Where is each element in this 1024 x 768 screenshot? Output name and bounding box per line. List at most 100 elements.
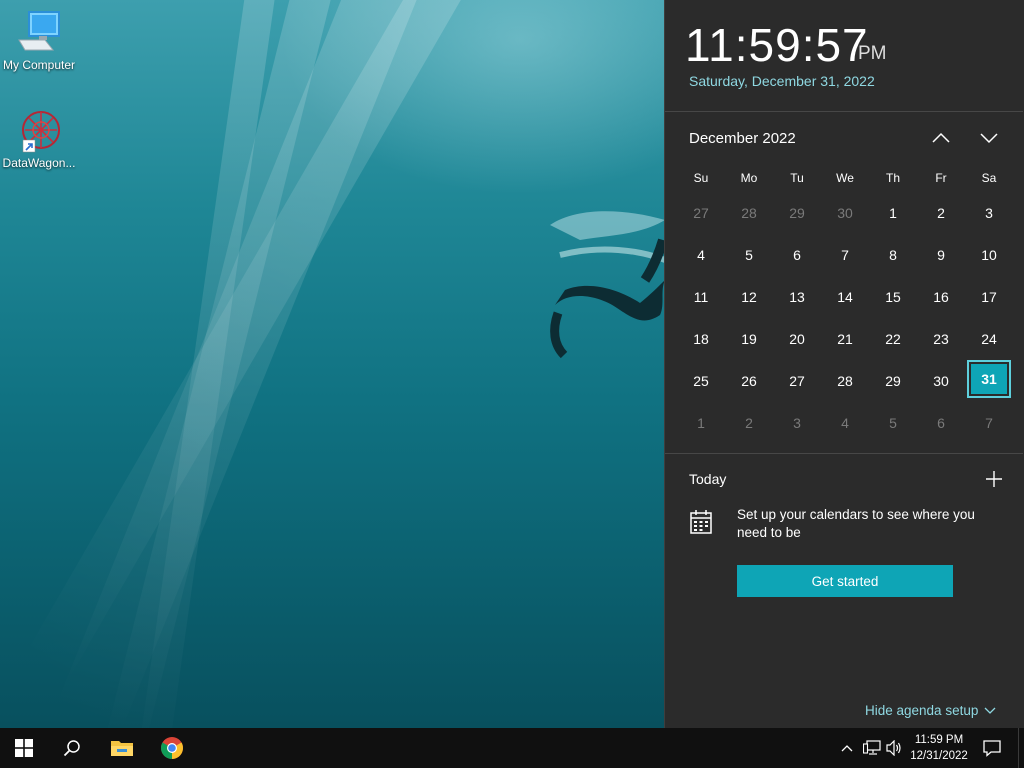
calendar-day[interactable]: 18 <box>677 318 725 360</box>
taskbar: 11:59 PM 12/31/2022 <box>0 728 1024 768</box>
calendar-day[interactable]: 30 <box>917 360 965 402</box>
search-icon <box>63 740 80 757</box>
file-explorer-button[interactable] <box>98 728 146 768</box>
chrome-button[interactable] <box>148 728 196 768</box>
windows-logo-icon <box>15 739 33 757</box>
calendar-day[interactable]: 1 <box>677 402 725 444</box>
calendar-day[interactable]: 11 <box>677 276 725 318</box>
network-icon <box>863 740 881 755</box>
calendar-day[interactable]: 4 <box>821 402 869 444</box>
calendar-day[interactable]: 26 <box>725 360 773 402</box>
calendar-day[interactable]: 12 <box>725 276 773 318</box>
clock-date-link[interactable]: Saturday, December 31, 2022 <box>689 73 875 89</box>
hide-agenda-setup-link[interactable]: Hide agenda setup <box>865 703 996 718</box>
speaker-icon <box>886 740 901 756</box>
next-month-button[interactable] <box>975 124 1003 152</box>
desktop-icon-label: DataWagon... <box>2 156 76 170</box>
clock-time: 11:59:57 <box>685 19 869 71</box>
calendar-week: 11 12 13 14 15 16 17 <box>677 276 1013 318</box>
network-button[interactable] <box>860 728 884 768</box>
calendar-day[interactable]: 22 <box>869 318 917 360</box>
calendar-day[interactable]: 23 <box>917 318 965 360</box>
weekday-label: Sa <box>981 171 997 185</box>
add-event-button[interactable] <box>983 468 1005 490</box>
desktop-icon-label: My Computer <box>2 58 76 72</box>
calendar-day[interactable]: 29 <box>869 360 917 402</box>
chrome-icon <box>161 737 183 759</box>
calendar-day[interactable]: 27 <box>773 360 821 402</box>
calendar-day[interactable]: 7 <box>821 234 869 276</box>
calendar-day[interactable]: 5 <box>869 402 917 444</box>
action-center-button[interactable] <box>974 728 1010 768</box>
search-button[interactable] <box>48 728 96 768</box>
calendar-week: 25 26 27 28 29 30 31 <box>677 360 1013 402</box>
calendar-day[interactable]: 10 <box>965 234 1013 276</box>
calendar-day[interactable]: 7 <box>965 402 1013 444</box>
calendar-day[interactable]: 24 <box>965 318 1013 360</box>
calendar-day[interactable]: 28 <box>821 360 869 402</box>
calendar-day[interactable]: 5 <box>725 234 773 276</box>
get-started-button[interactable]: Get started <box>737 565 953 597</box>
computer-icon <box>18 11 60 51</box>
calendar-day[interactable]: 6 <box>917 402 965 444</box>
calendar-day[interactable]: 17 <box>965 276 1013 318</box>
month-label[interactable]: December 2022 <box>689 130 796 147</box>
calendar-day[interactable]: 8 <box>869 234 917 276</box>
calendar-day[interactable]: 1 <box>869 192 917 234</box>
calendar-day[interactable]: 25 <box>677 360 725 402</box>
calendar-week: 18 19 20 21 22 23 24 <box>677 318 1013 360</box>
calendar-day[interactable]: 20 <box>773 318 821 360</box>
calendar-day[interactable]: 3 <box>965 192 1013 234</box>
calendar-day[interactable]: 2 <box>917 192 965 234</box>
today-number: 31 <box>971 364 1007 394</box>
agenda-setup-text: Set up your calendars to see where you n… <box>737 507 975 540</box>
calendar-day-today[interactable]: 31 <box>965 360 1013 402</box>
calendar-day[interactable]: 16 <box>917 276 965 318</box>
hide-agenda-label: Hide agenda setup <box>865 703 979 718</box>
calendar-week: 4 5 6 7 8 9 10 <box>677 234 1013 276</box>
weekday-label: Th <box>885 171 900 185</box>
weekday-header: Su Mo Tu We Th Fr Sa <box>677 164 1013 192</box>
calendar-day[interactable]: 29 <box>773 192 821 234</box>
weekday-label: Mo <box>740 171 758 185</box>
calendar-day[interactable]: 2 <box>725 402 773 444</box>
notification-icon <box>983 740 1001 757</box>
show-desktop-button[interactable] <box>1018 728 1024 768</box>
chevron-up-icon <box>841 745 853 752</box>
swimmer-image <box>550 211 668 359</box>
desktop-icon-datawagon[interactable]: DataWagon... <box>0 108 78 170</box>
divider <box>665 453 1023 454</box>
calendar-day[interactable]: 19 <box>725 318 773 360</box>
tray-clock[interactable]: 11:59 PM 12/31/2022 <box>906 732 972 764</box>
divider <box>665 111 1023 112</box>
calendar-day[interactable]: 21 <box>821 318 869 360</box>
desktop-icon-my-computer[interactable]: My Computer <box>0 10 78 72</box>
calendar-day[interactable]: 3 <box>773 402 821 444</box>
weekday-label: Tu <box>790 171 804 185</box>
chevron-down-icon <box>980 133 998 144</box>
agenda-today-label: Today <box>689 471 727 487</box>
previous-month-button[interactable] <box>927 124 955 152</box>
calendar-day[interactable]: 4 <box>677 234 725 276</box>
chevron-down-icon <box>984 707 996 714</box>
start-button[interactable] <box>0 728 48 768</box>
calendar-day[interactable]: 28 <box>725 192 773 234</box>
calendar-day[interactable]: 15 <box>869 276 917 318</box>
calendar-icon <box>690 510 712 534</box>
calendar-day[interactable]: 27 <box>677 192 725 234</box>
calendar-grid: Su Mo Tu We Th Fr Sa 27 28 29 30 1 2 3 4… <box>677 164 1013 444</box>
plus-icon <box>986 471 1002 487</box>
calendar-week: 1 2 3 4 5 6 7 <box>677 402 1013 444</box>
calendar-flyout: 11:59:57 PM Saturday, December 31, 2022 … <box>664 0 1024 728</box>
datawagon-app-icon <box>22 111 60 153</box>
tray-time: 11:59 PM <box>914 734 964 746</box>
calendar-day[interactable]: 6 <box>773 234 821 276</box>
calendar-day[interactable]: 30 <box>821 192 869 234</box>
calendar-day[interactable]: 13 <box>773 276 821 318</box>
chevron-up-icon <box>932 132 950 143</box>
show-hidden-icons-button[interactable] <box>836 728 858 768</box>
calendar-day[interactable]: 9 <box>917 234 965 276</box>
volume-button[interactable] <box>884 728 906 768</box>
calendar-week: 27 28 29 30 1 2 3 <box>677 192 1013 234</box>
calendar-day[interactable]: 14 <box>821 276 869 318</box>
